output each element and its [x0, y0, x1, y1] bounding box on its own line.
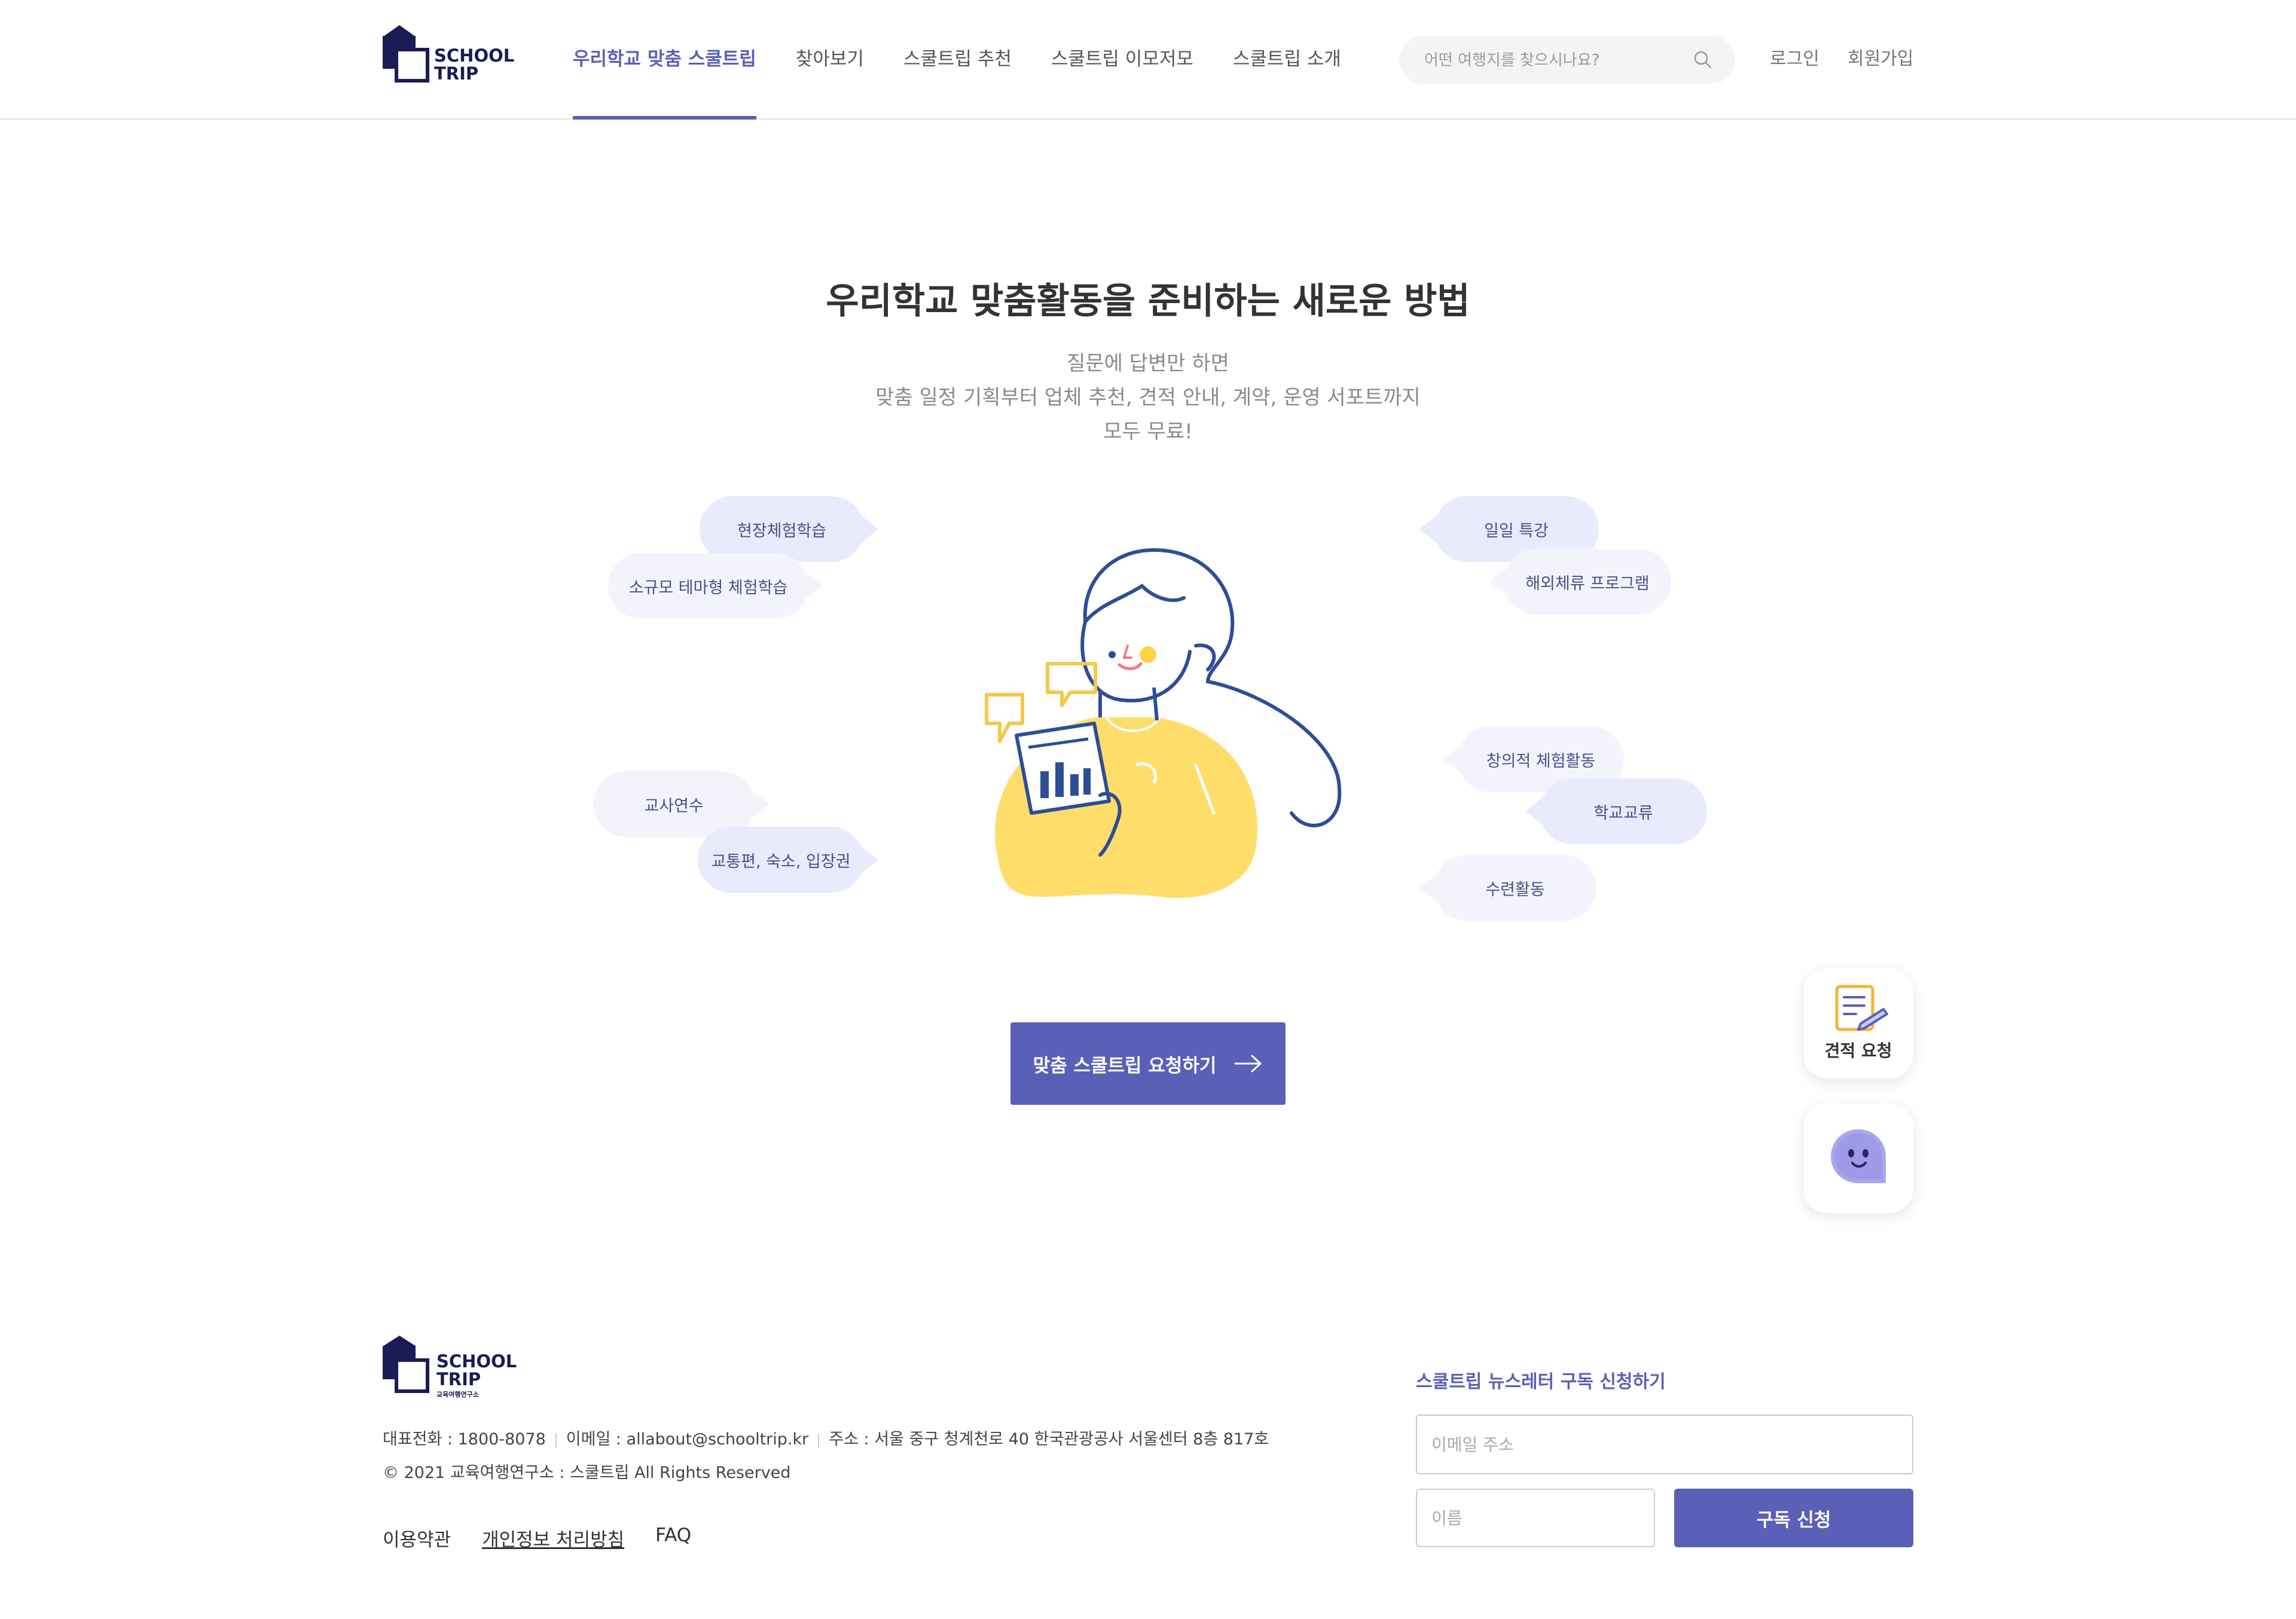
footer-copyright: © 2021 교육여행연구소 : 스쿨트립 All Rights Reserve…	[383, 1464, 791, 1482]
nav-browse[interactable]: 찾아보기	[796, 0, 864, 118]
bubble-small-theme-trip: 소규모 테마형 체험학습	[608, 553, 823, 619]
terms-link[interactable]: 이용약관	[383, 1525, 451, 1551]
hero-sub-line-1: 질문에 답변만 하면	[1067, 352, 1229, 375]
subscribe-button[interactable]: 구독 신청	[1674, 1489, 1913, 1547]
quote-request-label: 견적 요청	[1824, 1041, 1892, 1061]
newsletter-title: 스쿨트립 뉴스레터 구독 신청하기	[1416, 1371, 1666, 1392]
newsletter-name-input[interactable]	[1416, 1489, 1655, 1547]
hero-title: 우리학교 맞춤활동을 준비하는 새로운 방법	[826, 280, 1470, 322]
quote-request-button[interactable]: 견적 요청	[1803, 969, 1913, 1079]
hero-sub-line-3: 모두 무료!	[1103, 420, 1193, 444]
privacy-policy-link[interactable]: 개인정보 처리방침	[482, 1525, 624, 1551]
hero-sub-line-2: 맞춤 일정 기획부터 업체 추천, 견적 안내, 계약, 운영 서포트까지	[875, 386, 1421, 410]
newsletter-email-input[interactable]	[1416, 1415, 1913, 1474]
footer-phone: 대표전화 : 1800-8078	[383, 1430, 546, 1449]
chatbot-button[interactable]	[1803, 1103, 1913, 1213]
logo-text: SCHOOL TRIP	[434, 45, 515, 84]
arrow-right-icon	[1234, 1055, 1262, 1073]
search-input[interactable]	[1423, 36, 1689, 85]
footer-logo-text: SCHOOL TRIP	[436, 1351, 517, 1389]
search-box	[1399, 36, 1735, 85]
signup-link[interactable]: 회원가입	[1848, 0, 1913, 118]
footer-logo-subtitle: 교육여행연구소	[436, 1391, 479, 1398]
nav-custom-trip[interactable]: 우리학교 맞춤 스쿨트립	[573, 0, 756, 120]
faq-link[interactable]: FAQ	[655, 1525, 691, 1551]
girl-illustration	[985, 548, 1342, 898]
header: SCHOOL TRIP 우리학교 맞춤 스쿨트립 찾아보기 스쿨트립 추천 스쿨트…	[0, 0, 2296, 120]
login-link[interactable]: 로그인	[1770, 0, 1819, 118]
page: SCHOOL TRIP 우리학교 맞춤 스쿨트립 찾아보기 스쿨트립 추천 스쿨트…	[0, 0, 2296, 1619]
hero-subtitle: 질문에 답변만 하면 맞춤 일정 기획부터 업체 추천, 견적 안내, 계약, …	[0, 347, 2296, 449]
bubble-field-trip: 현장체험학습	[700, 496, 878, 562]
bubble-training-camp: 수련활동	[1419, 855, 1596, 921]
search-icon[interactable]	[1693, 50, 1712, 69]
footer-info: 대표전화 : 1800-8078 이메일 : allabout@schooltri…	[383, 1426, 1269, 1449]
nav-stories[interactable]: 스쿨트립 이모저모	[1051, 0, 1193, 118]
bubble-transport-lodging: 교통편, 숙소, 입장권	[698, 827, 878, 893]
main-nav: 우리학교 맞춤 스쿨트립 찾아보기 스쿨트립 추천 스쿨트립 이모저모 스쿨트립…	[573, 0, 1381, 120]
footer-address: 주소 : 서울 중구 청계천로 40 한국관광공사 서울센터 8층 817호	[829, 1430, 1269, 1449]
logo[interactable]: SCHOOL TRIP	[383, 25, 520, 84]
nav-about[interactable]: 스쿨트립 소개	[1233, 0, 1341, 118]
chatbot-icon	[1831, 1129, 1886, 1183]
bubble-overseas-program: 해외체류 프로그램	[1489, 549, 1671, 615]
footer-logo[interactable]: SCHOOL TRIP 교육여행연구소	[383, 1336, 520, 1399]
request-custom-trip-button[interactable]: 맞춤 스쿨트립 요청하기	[1010, 1022, 1286, 1105]
footer-links: 이용약관 개인정보 처리방침 FAQ	[383, 1525, 691, 1551]
footer-email: 이메일 : allabout@schooltrip.kr	[566, 1430, 809, 1449]
memo-pen-icon	[1835, 985, 1888, 1031]
bubble-school-exchange: 학교교류	[1525, 778, 1707, 844]
nav-recommend[interactable]: 스쿨트립 추천	[903, 0, 1012, 118]
